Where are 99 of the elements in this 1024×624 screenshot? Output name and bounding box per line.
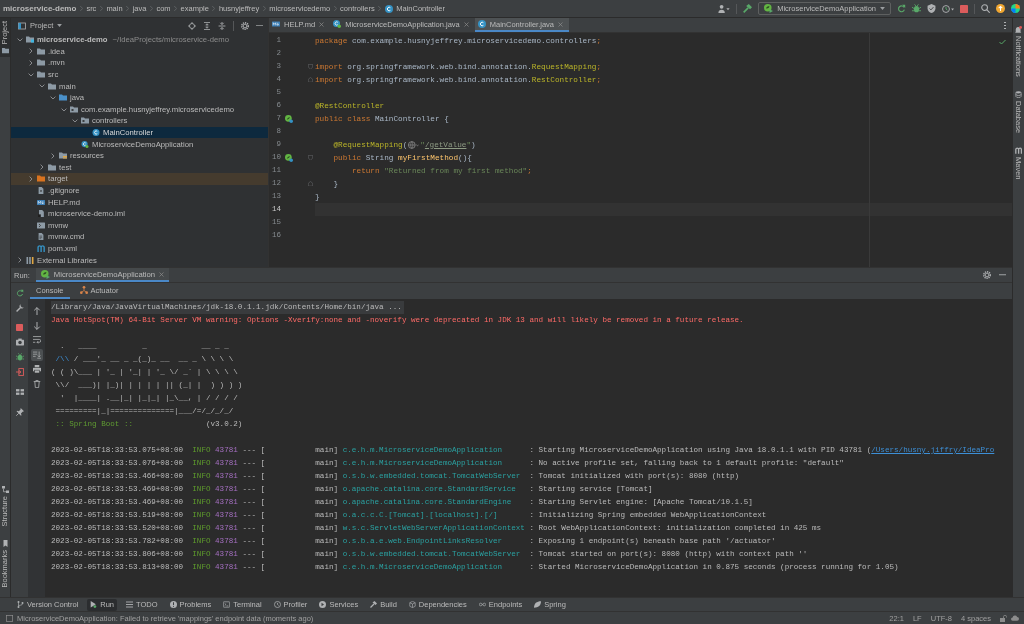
chevron-down-icon[interactable] bbox=[50, 95, 56, 100]
close-icon[interactable] bbox=[319, 21, 325, 27]
lines-down-arrow-icon bbox=[32, 350, 41, 359]
clock-icon[interactable] bbox=[942, 4, 954, 13]
chevron-right-icon[interactable] bbox=[29, 48, 33, 55]
library-icon bbox=[26, 256, 34, 264]
chevron-down-icon[interactable] bbox=[28, 72, 34, 77]
circle-logo-icon[interactable] bbox=[1011, 4, 1020, 13]
branch-icon bbox=[17, 601, 24, 608]
leaf-play-icon bbox=[764, 4, 774, 13]
settings-icon[interactable] bbox=[983, 271, 991, 279]
caret-down-icon bbox=[880, 7, 885, 10]
chevron-down-icon[interactable] bbox=[61, 107, 67, 112]
leaf-play-icon bbox=[40, 269, 50, 279]
circular-arrow-icon[interactable] bbox=[15, 289, 24, 297]
chevron-down-icon[interactable] bbox=[17, 38, 23, 42]
close-icon[interactable] bbox=[159, 271, 165, 277]
markdown-file-icon bbox=[37, 198, 45, 206]
package-icon bbox=[70, 105, 78, 113]
class-icon bbox=[92, 129, 100, 137]
module-file-icon bbox=[37, 210, 45, 218]
pin-icon[interactable] bbox=[15, 408, 24, 416]
close-icon[interactable] bbox=[463, 21, 469, 27]
hammer-icon[interactable] bbox=[743, 4, 753, 13]
wrap-lines-icon[interactable] bbox=[32, 336, 41, 344]
linked-circles-icon bbox=[478, 601, 486, 608]
settings-icon[interactable] bbox=[241, 21, 249, 30]
bookmark-icon bbox=[1, 540, 9, 548]
database-icon bbox=[1015, 90, 1022, 98]
m-logo-icon bbox=[1015, 146, 1022, 154]
trash-icon[interactable] bbox=[32, 379, 41, 388]
clock-icon bbox=[273, 601, 281, 608]
minimize-icon[interactable] bbox=[256, 24, 263, 27]
m-logo-icon bbox=[37, 245, 45, 252]
package-icon bbox=[81, 117, 89, 125]
fold-marker-icon[interactable] bbox=[308, 63, 313, 70]
class-badge-icon bbox=[81, 140, 89, 148]
layout-icon[interactable] bbox=[15, 388, 24, 396]
class-badge-icon bbox=[333, 20, 342, 28]
arrow-up-icon[interactable] bbox=[32, 307, 41, 315]
close-icon[interactable] bbox=[558, 21, 563, 27]
collapse-arrows-icon[interactable] bbox=[218, 21, 226, 30]
checkmark-icon bbox=[999, 39, 1006, 45]
arrow-into-box-icon[interactable] bbox=[15, 368, 24, 376]
shield-icon[interactable] bbox=[927, 4, 936, 13]
crosshair-icon[interactable] bbox=[188, 21, 196, 30]
globe-icon[interactable] bbox=[408, 140, 420, 149]
leaf-icon bbox=[534, 601, 542, 608]
play-icon bbox=[90, 601, 98, 608]
fold-marker-icon[interactable] bbox=[308, 76, 313, 83]
markdown-file-icon bbox=[272, 20, 280, 28]
terminal-icon bbox=[223, 601, 231, 608]
class-icon bbox=[477, 20, 486, 28]
chevron-right-icon[interactable] bbox=[51, 152, 55, 159]
bug-icon[interactable] bbox=[15, 353, 24, 361]
stop-icon[interactable] bbox=[960, 4, 968, 13]
text-file-icon bbox=[37, 233, 45, 241]
arrow-down-icon[interactable] bbox=[32, 321, 41, 330]
wrench-icon[interactable] bbox=[15, 304, 24, 312]
chevron-right-icon[interactable] bbox=[29, 175, 33, 182]
resources-folder-icon bbox=[59, 152, 67, 160]
scroll-to-end-toggle[interactable] bbox=[30, 348, 43, 361]
project-window-icon bbox=[18, 21, 26, 30]
expand-arrows-icon[interactable] bbox=[203, 21, 211, 30]
nodes-icon bbox=[79, 286, 88, 294]
chevron-right-icon[interactable] bbox=[29, 60, 33, 66]
square-icon[interactable] bbox=[6, 614, 13, 622]
cube-icon bbox=[408, 601, 416, 608]
hammer-icon bbox=[370, 601, 378, 608]
chevron-right-icon[interactable] bbox=[40, 164, 44, 171]
fold-marker-icon[interactable] bbox=[308, 154, 313, 161]
bell-icon bbox=[1015, 26, 1022, 33]
folder-icon bbox=[1, 47, 9, 55]
search-icon[interactable] bbox=[981, 4, 990, 13]
module-folder-icon bbox=[26, 36, 34, 44]
circular-arrow-icon[interactable] bbox=[897, 4, 906, 13]
user-icon[interactable] bbox=[718, 4, 731, 13]
play-circle-icon bbox=[319, 601, 327, 608]
minimize-icon[interactable] bbox=[999, 274, 1006, 276]
printer-icon[interactable] bbox=[32, 365, 41, 373]
script-file-icon bbox=[37, 221, 45, 229]
list-icon bbox=[126, 601, 134, 608]
class-icon bbox=[384, 4, 393, 13]
file-icon bbox=[37, 187, 45, 194]
chevron-down-icon[interactable] bbox=[72, 119, 78, 123]
structure-icon bbox=[1, 486, 9, 494]
exclamation-circle-icon bbox=[169, 601, 177, 608]
leaf-circle-icon[interactable] bbox=[285, 114, 293, 123]
padlock-icon[interactable] bbox=[1000, 614, 1007, 622]
chevron-right-icon[interactable] bbox=[18, 257, 22, 264]
fold-marker-icon[interactable] bbox=[308, 180, 313, 187]
leaf-circle-icon[interactable] bbox=[285, 153, 293, 162]
cloud-icon[interactable] bbox=[1011, 614, 1019, 622]
up-arrow-circle-icon[interactable] bbox=[996, 4, 1005, 13]
caret-down-icon bbox=[57, 24, 63, 27]
camera-icon[interactable] bbox=[15, 338, 24, 346]
chevron-down-icon[interactable] bbox=[39, 84, 45, 88]
breadcrumb-item[interactable]: microservice-demo bbox=[3, 4, 77, 13]
bug-icon[interactable] bbox=[912, 4, 921, 13]
